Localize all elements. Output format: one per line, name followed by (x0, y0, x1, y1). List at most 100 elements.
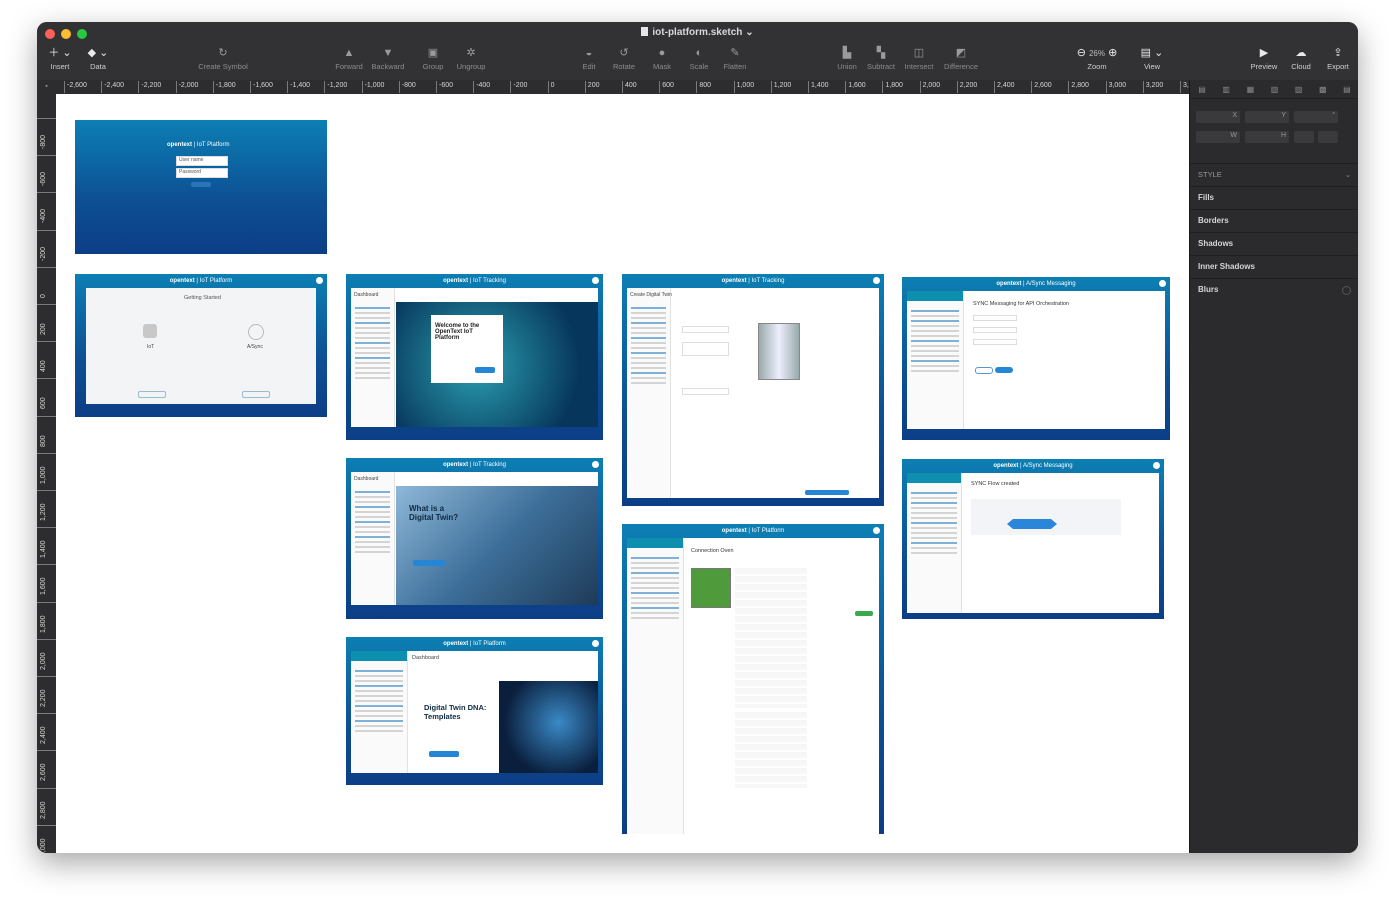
close-icon[interactable] (873, 277, 880, 284)
height-field[interactable]: H (1245, 131, 1289, 143)
flatten-icon: ✎ (730, 47, 740, 59)
union-button[interactable]: ▙ Union (833, 44, 861, 71)
document-title[interactable]: iot-platform.sketch ⌄ (37, 27, 1358, 38)
artboard-digital-twin[interactable]: opentext | IoT Tracking Dashboard What i… (346, 458, 603, 619)
sidebar-nav[interactable] (907, 291, 964, 429)
sidebar-nav[interactable]: Dashboard (351, 288, 395, 427)
artboard-sync-flow[interactable]: opentext | A/Sync Messaging SYNC Flow cr… (902, 459, 1164, 619)
alignment-toolbar[interactable]: ▤ ▥ ▦ ▧ ▨ ▩ ▤ (1190, 80, 1358, 99)
cancel-button[interactable] (975, 367, 993, 374)
description-field[interactable] (973, 339, 1017, 345)
artboard-dashboard-welcome[interactable]: opentext | IoT Tracking Dashboard Welcom… (346, 274, 603, 440)
zoom-value: 26% (1088, 49, 1105, 58)
scale-button[interactable]: ◐ Scale (685, 44, 713, 71)
ungroup-button[interactable]: ✲ Ungroup (453, 44, 489, 71)
close-icon[interactable] (316, 277, 323, 284)
endpoint-field[interactable] (973, 327, 1017, 333)
create-button[interactable] (805, 490, 849, 495)
artboard-getting-started[interactable]: opentext | IoT Platform Getting Started … (75, 274, 327, 417)
create-symbol-button[interactable]: ↻ Create Symbol (193, 44, 253, 71)
sidebar-nav[interactable] (351, 651, 408, 773)
rotation-field[interactable]: ° (1294, 111, 1338, 123)
flatten-button[interactable]: ✎ Flatten (719, 44, 751, 71)
status-toggle[interactable] (855, 611, 873, 616)
async-continue-button[interactable] (242, 391, 270, 398)
mask-button[interactable]: ● Mask (647, 44, 677, 71)
ruler-tick-label: -1,400 (287, 81, 310, 93)
blurs-section[interactable]: Blurs (1190, 278, 1358, 301)
zoom-in-icon[interactable]: ⊕ (1108, 47, 1117, 59)
fills-section[interactable]: Fills (1190, 186, 1358, 209)
group-button[interactable]: ▣ Group (419, 44, 447, 71)
ruler-tick-label: 600 (659, 81, 674, 93)
flip-button[interactable] (1318, 131, 1338, 143)
create-button[interactable] (995, 367, 1013, 373)
difference-button[interactable]: ◩ Difference (940, 44, 982, 71)
api-name-field[interactable] (973, 315, 1017, 321)
sidebar-nav[interactable] (627, 538, 684, 834)
width-field[interactable]: W (1196, 131, 1240, 143)
get-started-button[interactable] (475, 367, 495, 373)
data-button[interactable]: ◆ ⌄ Data (83, 44, 113, 71)
canvas[interactable]: opentext | IoT Platform User name Passwo… (56, 94, 1189, 853)
close-icon[interactable] (592, 640, 599, 647)
learn-more-button[interactable] (413, 560, 445, 566)
align-right-icon[interactable]: ▦ (1247, 85, 1255, 94)
template-select[interactable] (682, 388, 729, 395)
artboard-digital-twin-dna[interactable]: opentext | IoT Platform Dashboard Digita… (346, 637, 603, 785)
zoom-out-icon[interactable]: ⊖ (1077, 47, 1086, 59)
align-bottom-icon[interactable]: ▩ (1319, 85, 1327, 94)
ruler-tick-label: -200 (40, 246, 47, 261)
close-icon[interactable] (592, 277, 599, 284)
align-left-icon[interactable]: ▤ (1198, 85, 1206, 94)
preview-button[interactable]: ▶ Preview (1247, 44, 1281, 71)
close-icon[interactable] (592, 461, 599, 468)
zoom-control[interactable]: ⊖ 26% ⊕ Zoom (1065, 44, 1129, 71)
close-icon[interactable] (1153, 462, 1160, 469)
artboard-sync-messaging[interactable]: opentext | A/Sync Messaging SYNC Messagi… (902, 277, 1170, 440)
align-top-icon[interactable]: ▧ (1271, 85, 1279, 94)
login-button[interactable] (191, 182, 211, 187)
style-section-header[interactable]: STYLE ⌄ (1190, 163, 1358, 186)
sidebar-nav[interactable]: Create Digital Twin (627, 288, 672, 498)
description-field[interactable] (682, 342, 729, 356)
shadows-section[interactable]: Shadows (1190, 232, 1358, 255)
intersect-button[interactable]: ◫ Intersect (901, 44, 937, 71)
y-field[interactable]: Y (1245, 111, 1289, 123)
ruler-tick-label: 0 (40, 293, 47, 298)
artboard-login[interactable]: opentext | IoT Platform User name Passwo… (75, 120, 327, 254)
horizontal-ruler[interactable]: -2,600 -2,400 -2,200 -2,000 -1,800 -1,600 -1,4… (56, 80, 1197, 95)
learn-more-button[interactable] (429, 751, 459, 757)
password-field[interactable]: Password (176, 168, 228, 178)
ruler-lock[interactable]: ▪ (37, 80, 56, 94)
username-field[interactable]: User name (176, 156, 228, 166)
close-icon[interactable] (873, 527, 880, 534)
cloud-button[interactable]: ☁ Cloud (1287, 44, 1315, 71)
align-center-icon[interactable]: ▥ (1222, 85, 1230, 94)
export-icon: ⇪ (1333, 47, 1343, 59)
rotate-button[interactable]: ↺ Rotate (609, 44, 639, 71)
close-icon[interactable] (1159, 280, 1166, 287)
inner-shadows-section[interactable]: Inner Shadows (1190, 255, 1358, 278)
vertical-ruler[interactable]: -800 -600 -400 -200 0 200 400 600 800 1,000 1,200 1… (37, 94, 57, 853)
sidebar-nav[interactable]: Dashboard (351, 472, 395, 605)
iot-continue-button[interactable] (138, 391, 166, 398)
artboard-create-digital-twin[interactable]: opentext | IoT Tracking Create Digital T… (622, 274, 884, 506)
borders-section[interactable]: Borders (1190, 209, 1358, 232)
subtract-button[interactable]: ▚ Subtract (864, 44, 898, 71)
forward-button[interactable]: ▲ Forward (333, 44, 365, 71)
x-field[interactable]: X (1196, 111, 1240, 123)
view-button[interactable]: ▤ ⌄ View (1137, 44, 1167, 71)
export-button[interactable]: ⇪ Export (1322, 44, 1354, 71)
distribute-icon[interactable]: ▤ (1343, 85, 1351, 94)
artboard-connection-oven[interactable]: opentext | IoT Platform Connection Oven (622, 524, 884, 834)
insert-button[interactable]: ＋ ⌄ Insert (45, 44, 75, 71)
name-field[interactable] (682, 326, 729, 333)
sidebar-nav[interactable] (907, 473, 962, 613)
backward-button[interactable]: ▼ Backward (370, 44, 406, 71)
flow-step-selected[interactable] (1007, 519, 1057, 529)
align-middle-icon[interactable]: ▨ (1295, 85, 1303, 94)
blur-toggle[interactable] (1342, 286, 1351, 295)
constrain-proportions-button[interactable] (1294, 131, 1314, 143)
edit-button[interactable]: ◒ Edit (577, 44, 601, 71)
